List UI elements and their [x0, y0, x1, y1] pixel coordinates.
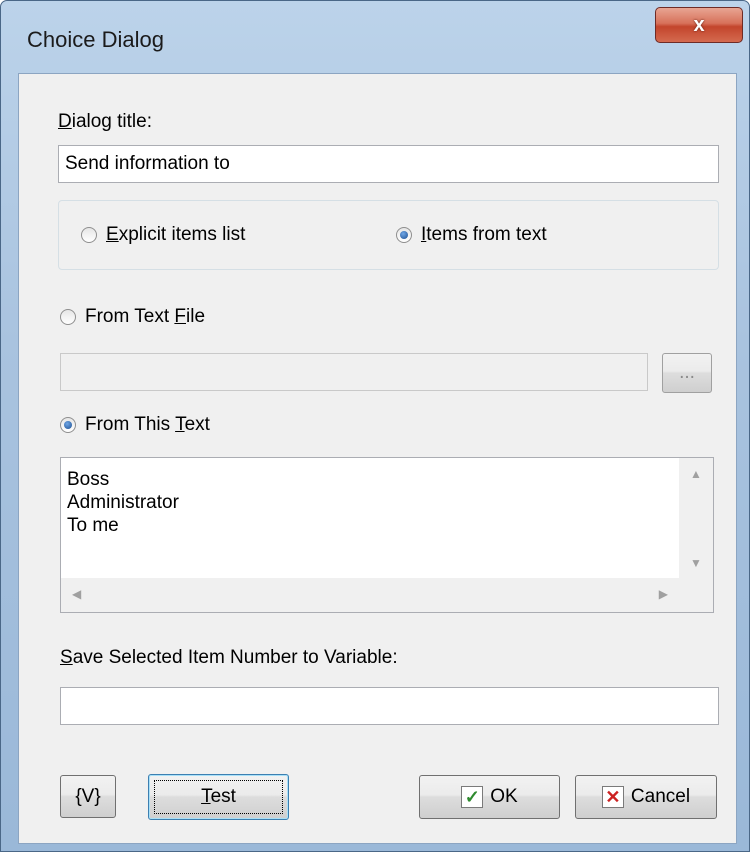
scroll-down-icon[interactable]: ▼: [690, 556, 702, 570]
dialog-title-input[interactable]: Send information to: [58, 145, 719, 183]
browse-label: ...: [679, 362, 695, 383]
window-title: Choice Dialog: [27, 27, 164, 52]
choice-dialog-window: Choice Dialog x Dialog title: Send infor…: [0, 0, 750, 852]
explicit-items-label: Explicit items list: [106, 224, 246, 245]
vertical-scrollbar[interactable]: ▲ ▼: [679, 458, 713, 578]
radio-checked-icon: [60, 417, 76, 433]
browse-file-button[interactable]: ...: [662, 353, 712, 393]
insert-variable-label: {V}: [75, 785, 101, 807]
scrollbar-corner: [679, 578, 713, 612]
close-button[interactable]: x: [655, 7, 743, 43]
from-text-file-radio[interactable]: From Text File: [60, 306, 205, 328]
scroll-left-icon[interactable]: ◀: [72, 587, 81, 601]
list-item: To me: [67, 515, 119, 536]
insert-variable-button[interactable]: {V}: [60, 775, 116, 818]
x-icon: ✕: [601, 786, 624, 808]
cancel-label: Cancel: [630, 786, 691, 807]
dialog-title-label: Dialog title:: [58, 111, 153, 132]
items-text-content: Boss Administrator To me: [67, 468, 179, 537]
radio-unchecked-icon: [60, 309, 76, 325]
horizontal-scrollbar[interactable]: ◀ ▶: [61, 578, 679, 612]
items-from-text-radio[interactable]: Items from text: [396, 224, 547, 246]
save-variable-label: Save Selected Item Number to Variable:: [60, 647, 398, 668]
dialog-title-value: Send information to: [65, 153, 230, 174]
close-icon: x: [693, 13, 705, 36]
from-this-text-label: From This Text: [85, 414, 210, 435]
radio-checked-icon: [396, 227, 412, 243]
from-this-text-radio[interactable]: From This Text: [60, 414, 210, 436]
scroll-up-icon[interactable]: ▲: [690, 467, 702, 481]
from-text-file-label: From Text File: [85, 306, 206, 327]
cancel-button[interactable]: ✕ Cancel: [575, 775, 717, 819]
radio-unchecked-icon: [81, 227, 97, 243]
items-from-text-label: Items from text: [421, 224, 547, 245]
ok-label: OK: [490, 786, 518, 807]
test-button[interactable]: Test: [148, 774, 289, 820]
items-mode-group: Explicit items list Items from text: [58, 200, 719, 270]
explicit-items-radio[interactable]: Explicit items list: [81, 224, 245, 246]
scroll-right-icon[interactable]: ▶: [659, 587, 668, 601]
title-bar[interactable]: Choice Dialog x: [1, 1, 749, 73]
ok-button[interactable]: ✓ OK: [419, 775, 560, 819]
text-file-path-input[interactable]: [60, 353, 648, 391]
items-text-area[interactable]: Boss Administrator To me ▲ ▼ ◀ ▶: [60, 457, 714, 613]
save-variable-input[interactable]: [60, 687, 719, 725]
list-item: Administrator: [67, 492, 179, 513]
dialog-client-area: Dialog title: Send information to Explic…: [18, 73, 737, 844]
checkmark-icon: ✓: [461, 786, 484, 808]
test-label: Test: [201, 786, 236, 807]
list-item: Boss: [67, 469, 110, 490]
